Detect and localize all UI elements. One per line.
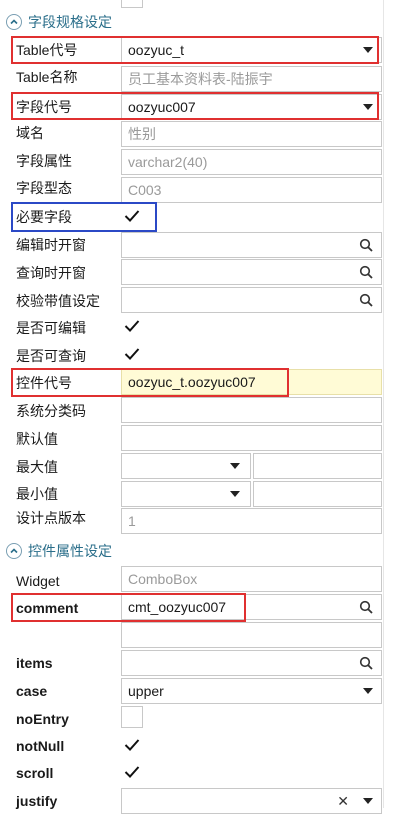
required-checkbox[interactable] <box>121 205 143 227</box>
design-version-field: 1 <box>121 508 382 534</box>
scroll-checkbox[interactable] <box>121 761 143 783</box>
label-min-value: 最小值 <box>16 486 58 502</box>
label-query-open: 查询时开窗 <box>16 265 86 281</box>
section-title: 控件属性设定 <box>28 543 112 559</box>
max-value-operator-select[interactable] <box>121 453 251 479</box>
search-icon[interactable] <box>357 293 375 307</box>
validate-default-field[interactable] <box>121 287 382 313</box>
case-select[interactable]: upper <box>121 678 382 704</box>
label-field-type: 字段型态 <box>16 180 72 196</box>
chevron-down-icon[interactable] <box>361 688 375 694</box>
design-version-value: 1 <box>128 513 136 529</box>
check-icon <box>124 766 140 778</box>
label-max-value: 最大值 <box>16 459 58 475</box>
edit-open-field[interactable] <box>121 232 382 258</box>
field-type-field: C003 <box>121 177 382 203</box>
label-sys-category: 系统分类码 <box>16 403 86 419</box>
label-validate-default: 校验带值设定 <box>16 293 100 309</box>
check-icon <box>124 210 140 222</box>
section-header-spec[interactable]: 字段规格设定 <box>6 11 112 33</box>
search-icon[interactable] <box>357 656 375 670</box>
max-value-input[interactable] <box>253 453 382 479</box>
default-value-field[interactable] <box>121 425 382 451</box>
label-edit-open: 编辑时开窗 <box>16 237 86 253</box>
check-icon <box>124 348 140 360</box>
table-name-value: 员工基本资料表-陆振宇 <box>128 71 273 87</box>
label-editable: 是否可编辑 <box>16 320 86 336</box>
sys-category-field[interactable] <box>121 397 382 423</box>
label-table-name: Table名称 <box>16 69 78 85</box>
label-widget: Widget <box>16 573 60 589</box>
justify-select[interactable]: ✕ <box>121 788 382 814</box>
label-design-version: 设计点版本 <box>16 510 86 526</box>
label-domain: 域名 <box>16 125 44 141</box>
query-open-field[interactable] <box>121 259 382 285</box>
widget-value: ComboBox <box>128 571 198 587</box>
label-comment: comment <box>16 600 79 616</box>
search-icon[interactable] <box>357 600 375 614</box>
domain-field: 性别 <box>121 121 382 147</box>
label-case: case <box>16 683 48 699</box>
collapse-chevron-icon[interactable] <box>6 14 22 30</box>
control-code-field[interactable]: oozyuc_t.oozyuc007 <box>121 369 382 395</box>
search-icon[interactable] <box>357 265 375 279</box>
control-code-value: oozyuc_t.oozyuc007 <box>128 374 256 390</box>
search-icon[interactable] <box>357 238 375 252</box>
section-title: 字段规格设定 <box>28 14 112 30</box>
editable-checkbox[interactable] <box>121 315 143 337</box>
label-items: items <box>16 655 53 671</box>
partial-top-checkbox[interactable] <box>121 0 143 8</box>
vertical-scrollbar[interactable] <box>383 0 401 808</box>
field-attr-value: varchar2(40) <box>128 154 208 170</box>
label-noentry: noEntry <box>16 711 69 727</box>
min-value-operator-select[interactable] <box>121 481 251 507</box>
field-code-value: oozyuc007 <box>128 99 196 115</box>
chevron-down-icon[interactable] <box>228 463 242 469</box>
label-control-code: 控件代号 <box>16 375 72 391</box>
label-required: 必要字段 <box>16 209 72 225</box>
widget-field: ComboBox <box>121 566 382 592</box>
queryable-checkbox[interactable] <box>121 343 143 365</box>
comment-value: cmt_oozyuc007 <box>128 599 227 615</box>
check-icon <box>124 739 140 751</box>
field-code-select[interactable]: oozyuc007 <box>121 94 382 120</box>
chevron-down-icon[interactable] <box>228 491 242 497</box>
case-value: upper <box>128 683 164 699</box>
check-icon <box>124 320 140 332</box>
comment-field[interactable]: cmt_oozyuc007 <box>121 594 382 620</box>
field-attr-field: varchar2(40) <box>121 149 382 175</box>
notnull-checkbox[interactable] <box>121 734 143 756</box>
label-notnull: notNull <box>16 738 65 754</box>
label-field-code: 字段代号 <box>16 99 72 115</box>
label-table-code: Table代号 <box>16 42 78 58</box>
collapse-chevron-icon[interactable] <box>6 543 22 559</box>
close-icon[interactable]: ✕ <box>337 793 349 810</box>
min-value-input[interactable] <box>253 481 382 507</box>
label-justify: justify <box>16 793 58 809</box>
domain-value: 性别 <box>128 126 156 142</box>
chevron-down-icon[interactable] <box>361 47 375 53</box>
label-queryable: 是否可查询 <box>16 348 86 364</box>
chevron-down-icon[interactable] <box>361 104 375 110</box>
label-scroll: scroll <box>16 765 54 781</box>
table-code-select[interactable]: oozyuc_t <box>121 37 382 63</box>
blank-row-field[interactable] <box>121 622 382 648</box>
field-type-value: C003 <box>128 182 162 198</box>
chevron-down-icon[interactable] <box>361 798 375 804</box>
section-header-control[interactable]: 控件属性设定 <box>6 540 112 562</box>
table-code-value: oozyuc_t <box>128 42 185 58</box>
label-default-value: 默认值 <box>16 431 58 447</box>
noentry-checkbox[interactable] <box>121 706 143 728</box>
label-field-attr: 字段属性 <box>16 153 72 169</box>
table-name-field: 员工基本资料表-陆振宇 <box>121 66 382 92</box>
items-field[interactable] <box>121 650 382 676</box>
